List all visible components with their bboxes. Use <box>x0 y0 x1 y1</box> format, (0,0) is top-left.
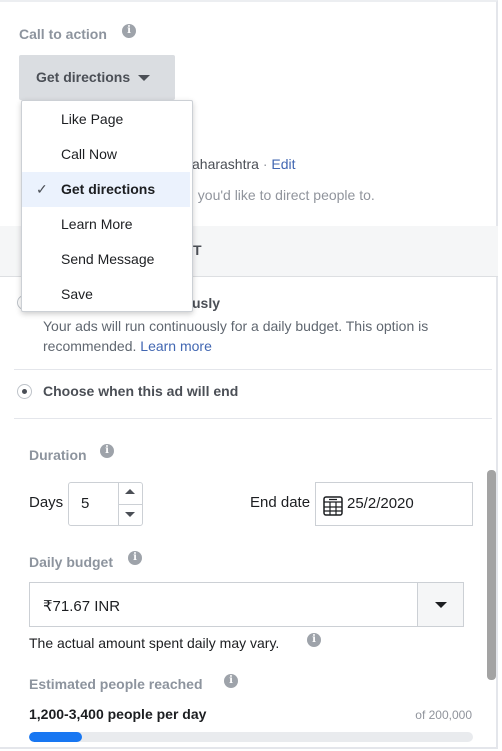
estimated-reach-label: Estimated people reached <box>29 676 203 692</box>
menu-item-get-directions[interactable]: ✓ Get directions <box>22 172 190 207</box>
menu-item-save[interactable]: Save <box>22 277 192 312</box>
menu-item-call-now[interactable]: Call Now <box>22 137 192 172</box>
reach-value: 1,200-3,400 people per day <box>29 706 207 722</box>
reach-total: of 200,000 <box>415 708 472 722</box>
days-input[interactable]: 5 <box>68 482 143 526</box>
call-to-action-menu: Like Page Call Now ✓ Get directions Learn… <box>21 100 193 312</box>
daily-budget-label: Daily budget <box>29 554 114 570</box>
call-to-action-dropdown[interactable]: Get directions <box>19 55 175 100</box>
menu-item-label: Send Message <box>61 251 155 267</box>
caret-down-icon <box>138 75 151 82</box>
run-continuously-description: Your ads will run continuously for a dai… <box>43 318 429 354</box>
budget-note: The actual amount spent daily may vary. <box>29 635 280 651</box>
days-value: 5 <box>81 495 90 512</box>
info-icon[interactable]: i <box>122 24 136 38</box>
info-icon[interactable]: i <box>100 444 114 458</box>
menu-item-label: Call Now <box>61 146 118 162</box>
divider <box>14 369 492 370</box>
caret-down-icon <box>435 602 447 608</box>
menu-item-label: Save <box>61 286 93 302</box>
decrement-icon[interactable] <box>125 512 135 517</box>
scrollbar-thumb[interactable] <box>487 470 496 680</box>
reach-progress-fill <box>29 732 83 742</box>
calendar-icon <box>323 496 343 516</box>
end-date-input[interactable]: 25/2/2020 <box>315 482 473 526</box>
edit-link[interactable]: Edit <box>271 156 295 172</box>
menu-item-send-message[interactable]: Send Message <box>22 242 192 277</box>
run-continuously-label: usly <box>192 295 221 311</box>
learn-more-link[interactable]: Learn more <box>140 338 212 354</box>
end-date-label: End date <box>250 494 311 511</box>
increment-icon[interactable] <box>125 489 135 494</box>
menu-item-label: Like Page <box>61 111 124 127</box>
choose-end-radio[interactable] <box>17 384 32 399</box>
info-icon[interactable]: i <box>307 633 321 647</box>
menu-item-learn-more[interactable]: Learn More <box>22 207 192 242</box>
info-icon[interactable]: i <box>224 674 238 688</box>
call-to-action-label: Call to action <box>19 26 107 42</box>
info-icon[interactable]: i <box>128 551 142 565</box>
end-date-value: 25/2/2020 <box>347 495 414 512</box>
daily-budget-input[interactable]: ₹71.67 INR <box>29 582 418 627</box>
menu-item-like-page[interactable]: Like Page <box>22 102 192 137</box>
checkmark-icon: ✓ <box>36 181 48 197</box>
selected-value: Get directions <box>36 69 131 85</box>
days-label: Days <box>29 494 64 511</box>
location-hint: ; you'd like to direct people to. <box>190 187 375 203</box>
reach-progress-bar <box>29 732 473 742</box>
choose-end-label: Choose when this ad will end <box>43 383 239 399</box>
section-header-title: T <box>193 242 202 258</box>
menu-item-label: Learn More <box>61 216 133 232</box>
budget-value: ₹71.67 INR <box>43 598 121 615</box>
currency-dropdown-button[interactable] <box>417 582 464 627</box>
divider <box>14 418 492 419</box>
duration-label: Duration <box>29 447 87 463</box>
location-text: aharashtra · Edit <box>192 156 296 172</box>
menu-item-label: Get directions <box>61 181 156 197</box>
